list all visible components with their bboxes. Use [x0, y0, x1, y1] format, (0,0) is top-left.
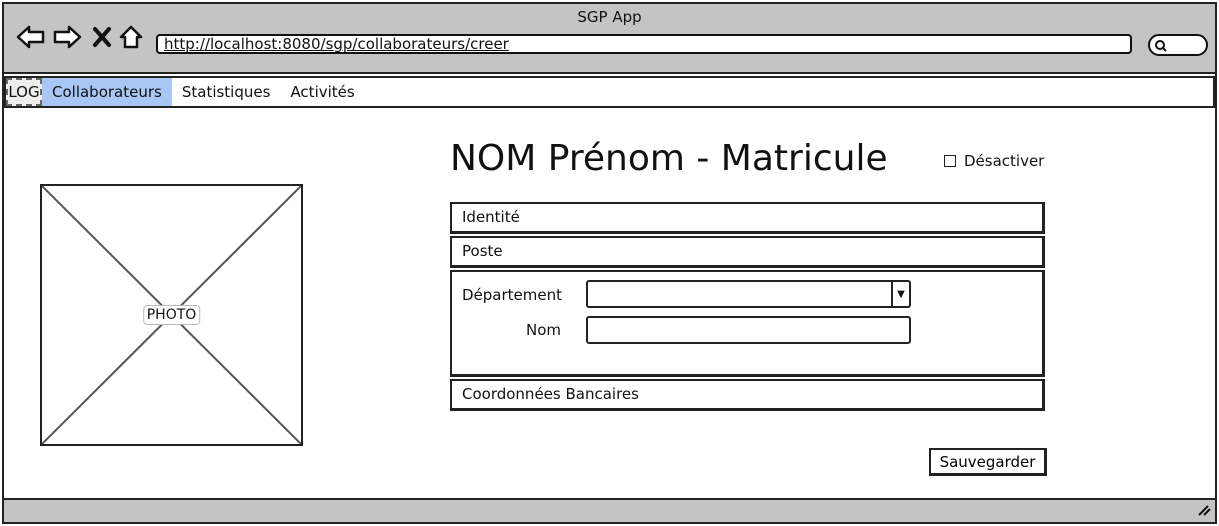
section-poste[interactable]: Poste — [450, 236, 1045, 268]
section-poste-header: Poste — [462, 242, 503, 260]
departement-label: Département — [462, 286, 562, 304]
departement-select[interactable]: ▼ — [586, 280, 911, 308]
section-coordonnees-header: Coordonnées Bancaires — [462, 385, 639, 403]
main-menu: LOG Collaborateurs Statistiques Activité… — [4, 76, 1215, 108]
menu-item-activites[interactable]: Activités — [280, 78, 364, 106]
section-poste-content: Département ▼ Nom — [450, 270, 1045, 377]
page-title: NOM Prénom - Matricule — [450, 138, 888, 179]
nom-input[interactable] — [586, 316, 911, 344]
url-bar[interactable]: http://localhost:8080/sgp/collaborateurs… — [156, 34, 1132, 54]
window-title: SGP App — [577, 8, 642, 26]
home-icon[interactable] — [118, 24, 144, 54]
forward-arrow-icon[interactable] — [52, 24, 82, 54]
resize-grip-icon[interactable] — [1197, 502, 1211, 520]
section-identite-header: Identité — [462, 208, 520, 226]
section-coordonnees[interactable]: Coordonnées Bancaires — [450, 379, 1045, 411]
deactivate-checkbox-row[interactable]: Désactiver — [944, 152, 1044, 170]
deactivate-label: Désactiver — [964, 152, 1045, 170]
browser-titlebar: SGP App http://localhost:8080/sgp/collab… — [4, 4, 1215, 74]
search-box[interactable] — [1148, 34, 1208, 56]
browser-window: SGP App http://localhost:8080/sgp/collab… — [2, 2, 1217, 524]
section-identite[interactable]: Identité — [450, 202, 1045, 234]
save-button[interactable]: Sauvegarder — [929, 448, 1047, 476]
nom-label: Nom — [526, 321, 562, 339]
close-x-icon[interactable] — [92, 26, 112, 52]
back-arrow-icon[interactable] — [16, 24, 46, 54]
photo-label: PHOTO — [142, 305, 201, 325]
chevron-down-icon[interactable]: ▼ — [891, 282, 909, 306]
menu-item-collaborateurs[interactable]: Collaborateurs — [42, 78, 172, 106]
search-icon — [1154, 38, 1168, 57]
logo: LOG — [6, 78, 42, 106]
deactivate-checkbox[interactable] — [944, 155, 956, 167]
status-bar — [4, 498, 1215, 522]
menu-item-statistiques[interactable]: Statistiques — [172, 78, 281, 106]
photo-placeholder[interactable]: PHOTO — [40, 184, 303, 446]
